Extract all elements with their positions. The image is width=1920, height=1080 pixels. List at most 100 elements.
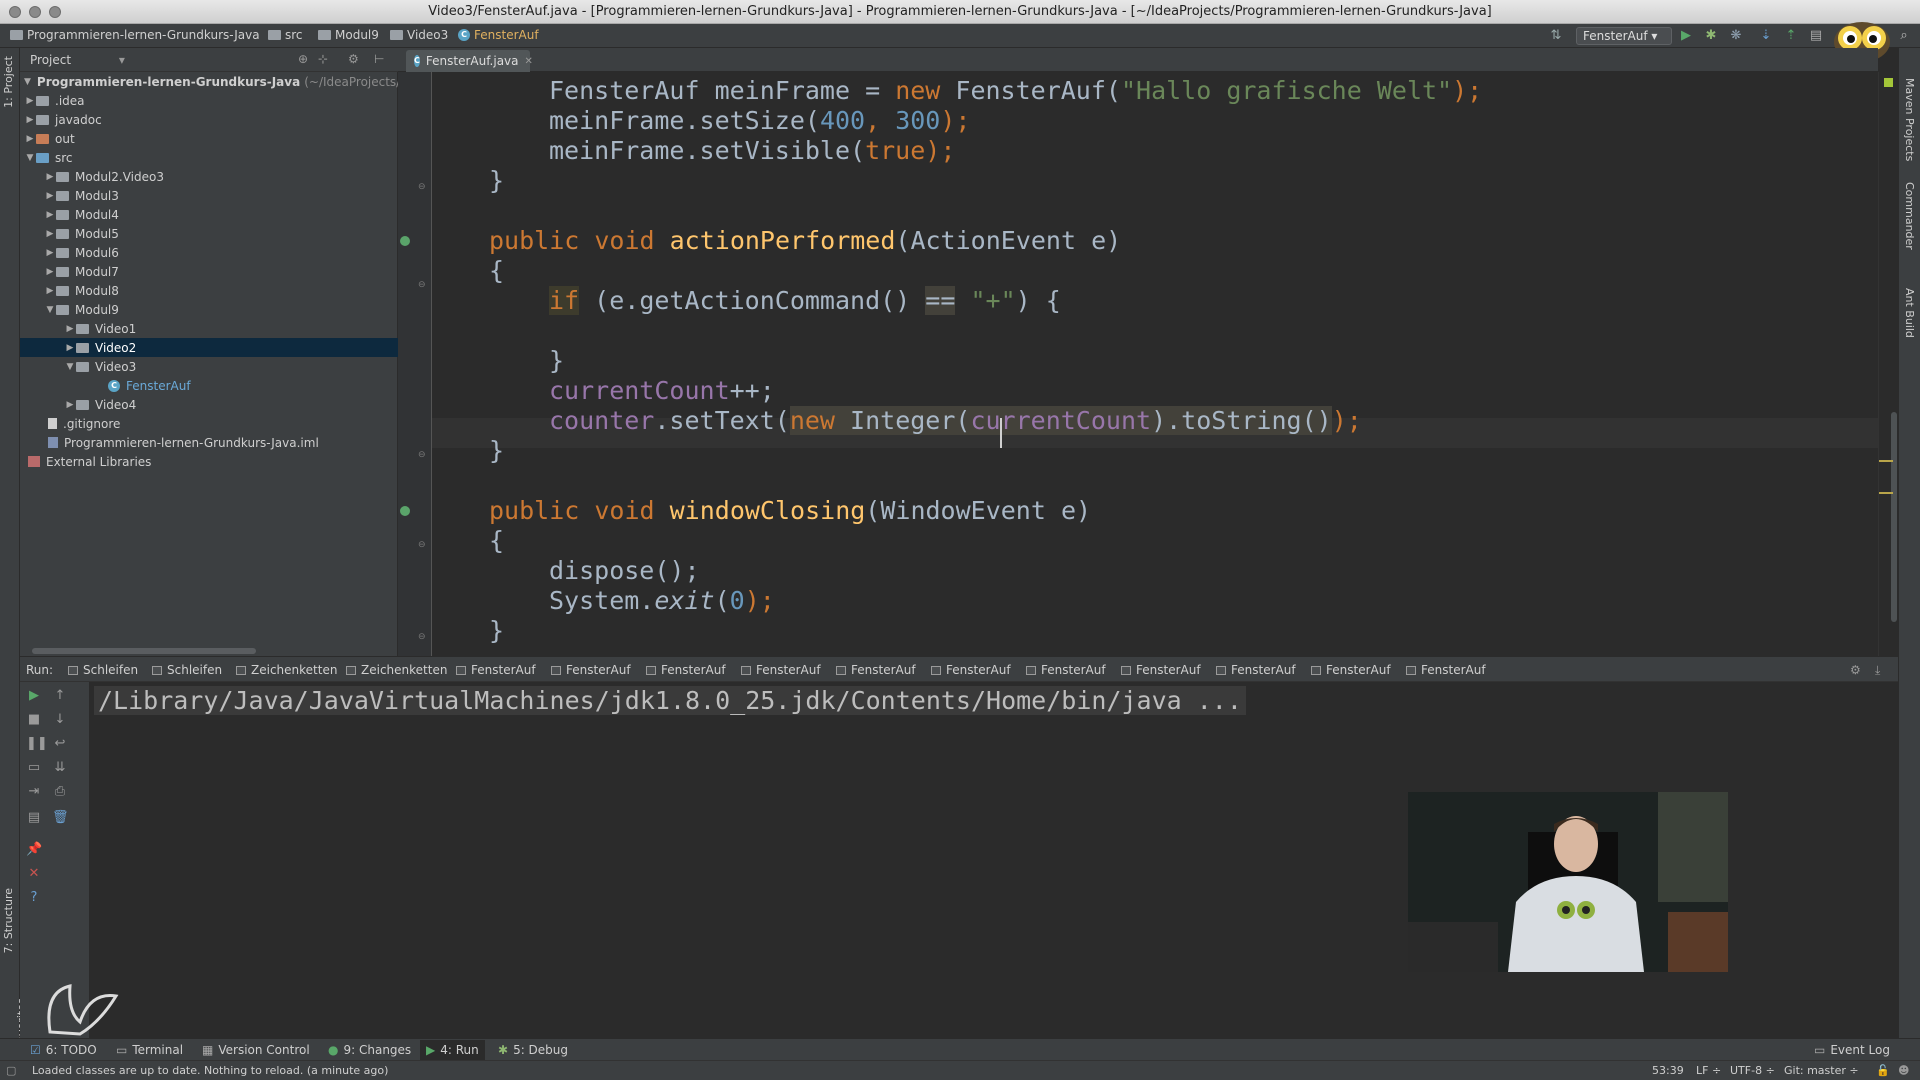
expand-arrow-icon[interactable]: ▶	[44, 248, 56, 258]
override-marker-icon[interactable]	[400, 236, 410, 246]
debug-tool-button[interactable]: ✱ 5: Debug	[498, 1043, 568, 1057]
up-arrow-icon[interactable]: ↑	[52, 688, 68, 704]
run-tab-zeichenketten[interactable]: Zeichenketten	[236, 663, 337, 677]
run-icon[interactable]: ▶	[1678, 28, 1694, 44]
breadcrumb-video3[interactable]: Video3	[390, 28, 448, 42]
run-config-select[interactable]: FensterAuf ▾	[1576, 27, 1672, 45]
ant-build-tool-tab[interactable]: Ant Build	[1903, 288, 1916, 338]
close-tab-icon[interactable]: ✕	[525, 56, 533, 67]
tree-item-modul8[interactable]: ▶ Modul8	[20, 281, 398, 300]
print-icon[interactable]: ⎙	[52, 784, 68, 800]
expand-arrow-icon[interactable]: ▶	[24, 115, 36, 125]
breadcrumb-fensterauf[interactable]: C FensterAuf	[458, 28, 539, 42]
run-tab-fensterauf[interactable]: FensterAuf	[551, 663, 631, 677]
debug-icon[interactable]: ✱	[1703, 28, 1719, 44]
coverage-icon[interactable]: ❋	[1728, 28, 1744, 44]
expand-arrow-icon[interactable]: ▶	[44, 172, 56, 182]
tree-item-modul4[interactable]: ▶ Modul4	[20, 205, 398, 224]
run-tab-fensterauf[interactable]: FensterAuf	[456, 663, 536, 677]
fold-marker-icon[interactable]: ⊖	[418, 182, 426, 192]
run-tab-fensterauf[interactable]: FensterAuf	[1121, 663, 1201, 677]
tree-item-modul2-video3[interactable]: ▶ Modul2.Video3	[20, 167, 398, 186]
vcs-history-icon[interactable]: ▤	[1808, 28, 1824, 44]
expand-arrow-icon[interactable]: ▶	[44, 210, 56, 220]
project-horizontal-scrollbar[interactable]	[32, 648, 256, 654]
run-tab-fensterauf[interactable]: FensterAuf	[1311, 663, 1391, 677]
editor-scrollbar[interactable]	[1878, 72, 1898, 656]
tree-item-modul7[interactable]: ▶ Modul7	[20, 262, 398, 281]
tree-item-gitignore[interactable]: .gitignore	[20, 414, 398, 433]
run-tab-fensterauf[interactable]: FensterAuf	[741, 663, 821, 677]
run-tab-fensterauf[interactable]: FensterAuf	[836, 663, 916, 677]
todo-tool-button[interactable]: ☑ 6: TODO	[30, 1043, 97, 1057]
run-tab-zeichenketten[interactable]: Zeichenketten	[346, 663, 447, 677]
tree-item-fensterauf[interactable]: C FensterAuf	[20, 376, 398, 395]
gear-icon[interactable]: ⚙	[1850, 663, 1861, 677]
commander-tool-tab[interactable]: Commander	[1903, 182, 1916, 250]
stop-icon[interactable]: ■	[26, 712, 42, 728]
hide-panel-icon[interactable]: ⤓	[1875, 663, 1880, 678]
run-tab-fensterauf[interactable]: FensterAuf	[931, 663, 1011, 677]
expand-arrow-icon[interactable]: ▶	[64, 400, 76, 410]
git-branch[interactable]: Git: master ÷	[1784, 1064, 1859, 1077]
tree-item-root[interactable]: ▼ Programmieren-lernen-Grundkurs-Java (~/I…	[20, 72, 400, 91]
expand-arrow-icon[interactable]: ▶	[64, 343, 76, 353]
tree-item-iml[interactable]: Programmieren-lernen-Grundkurs-Java.iml	[20, 433, 398, 452]
close-icon[interactable]: ✕	[26, 866, 42, 882]
clear-all-icon[interactable]: 🗑	[52, 810, 69, 826]
collapse-all-icon[interactable]: ⊹	[318, 52, 328, 66]
expand-arrow-icon[interactable]: ▶	[44, 267, 56, 277]
hide-panel-icon[interactable]: ⊢	[374, 52, 384, 66]
tree-item-video1[interactable]: ▶ Video1	[20, 319, 398, 338]
fold-marker-icon[interactable]: ⊖	[418, 280, 426, 290]
override-marker-icon[interactable]	[400, 506, 410, 516]
fold-marker-icon[interactable]: ⊖	[418, 450, 426, 460]
pause-icon[interactable]: ❚❚	[26, 736, 48, 752]
structure-tool-tab[interactable]: 7: Structure	[2, 888, 15, 953]
tree-item-external-libraries[interactable]: External Libraries	[20, 452, 398, 471]
expand-arrow-icon[interactable]: ▶	[24, 96, 36, 106]
version-control-tool-button[interactable]: ▦ Version Control	[202, 1043, 310, 1057]
expand-arrow-icon[interactable]: ▶	[44, 191, 56, 201]
changes-tool-button[interactable]: ● 9: Changes	[328, 1043, 411, 1057]
run-tab-fensterauf[interactable]: FensterAuf	[1026, 663, 1106, 677]
breadcrumb-project[interactable]: Programmieren-lernen-Grundkurs-Java	[10, 28, 260, 42]
expand-arrow-icon[interactable]: ▶	[44, 286, 56, 296]
fold-marker-icon[interactable]: ⊖	[418, 632, 426, 642]
vcs-update-icon[interactable]: ⇣	[1758, 28, 1774, 44]
help-icon[interactable]: ?	[26, 890, 42, 906]
run-tab-fensterauf[interactable]: FensterAuf	[1406, 663, 1486, 677]
tree-item-modul9[interactable]: ▼ Modul9	[20, 300, 398, 319]
maven-tool-tab[interactable]: Maven Projects	[1903, 78, 1916, 161]
project-tool-tab[interactable]: 1: Project	[2, 56, 15, 108]
pin-icon[interactable]: 📌	[26, 842, 42, 858]
file-encoding[interactable]: UTF-8 ÷	[1730, 1064, 1775, 1077]
fold-marker-icon[interactable]: ⊖	[418, 540, 426, 550]
tree-item-idea[interactable]: ▶ .idea	[20, 91, 398, 110]
breadcrumb-modul9[interactable]: Modul9	[318, 28, 379, 42]
breadcrumb-src[interactable]: src	[268, 28, 303, 42]
vcs-commit-icon[interactable]: ⇡	[1783, 28, 1799, 44]
run-tool-button[interactable]: ▶ 4: Run	[420, 1040, 485, 1060]
tab-fensterauf-java[interactable]: C FensterAuf.java ✕	[406, 50, 533, 72]
code-editor[interactable]: FensterAuf meinFrame = new FensterAuf("H…	[432, 72, 1878, 656]
tree-item-src[interactable]: ▼ src	[20, 148, 398, 167]
expand-arrow-icon[interactable]: ▶	[44, 229, 56, 239]
editor-gutter[interactable]: ⊖ ⊖ ⊖ ⊖ ⊖	[398, 72, 432, 656]
run-tab-fensterauf[interactable]: FensterAuf	[1216, 663, 1296, 677]
soft-wrap-icon[interactable]: ↩	[52, 736, 68, 752]
run-tab-schleifen[interactable]: Schleifen	[68, 663, 138, 677]
exit-icon[interactable]: ⇥	[26, 784, 42, 800]
terminal-tool-button[interactable]: ▭ Terminal	[116, 1043, 183, 1057]
caret-position[interactable]: 53:39	[1652, 1064, 1684, 1077]
dump-threads-icon[interactable]: ▭	[26, 760, 42, 776]
tree-item-video2[interactable]: ▶ Video2	[20, 338, 398, 357]
gear-icon[interactable]: ⚙	[348, 52, 359, 66]
tree-item-modul5[interactable]: ▶ Modul5	[20, 224, 398, 243]
tree-item-video3[interactable]: ▼ Video3	[20, 357, 398, 376]
tree-item-javadoc[interactable]: ▶ javadoc	[20, 110, 398, 129]
lock-icon[interactable]: 🔓	[1876, 1064, 1890, 1077]
inspector-icon[interactable]: ☻	[1898, 1064, 1909, 1077]
build-icon[interactable]: ⇅	[1548, 28, 1564, 44]
collapse-arrow-icon[interactable]: ▼	[64, 362, 76, 372]
